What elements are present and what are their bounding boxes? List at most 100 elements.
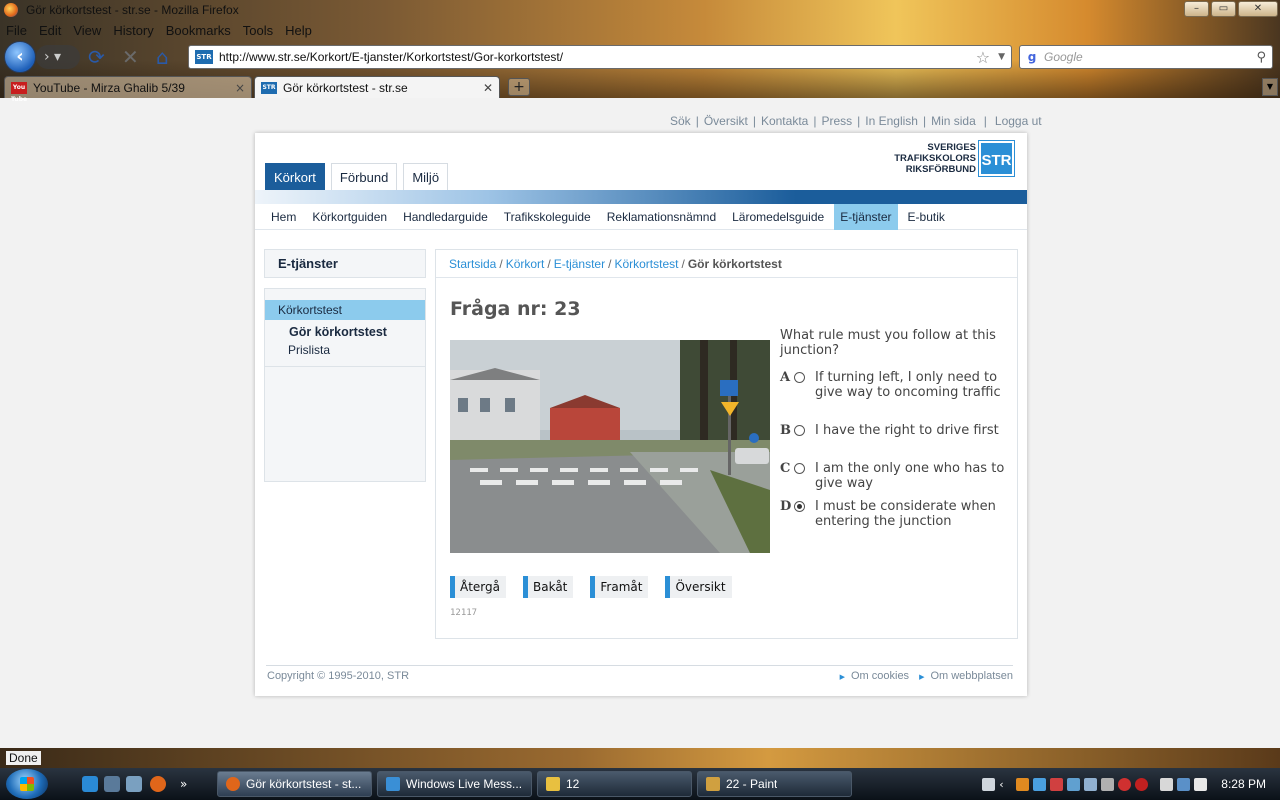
answer-text[interactable]: If turning left, I only need to give way…: [815, 370, 1010, 400]
tray-app-icon[interactable]: [1135, 777, 1149, 791]
answer-text[interactable]: I must be considerate when entering the …: [815, 499, 1010, 529]
forward-button[interactable]: › ▾: [36, 45, 80, 69]
new-tab-button[interactable]: +: [508, 78, 530, 96]
answer-text[interactable]: I have the right to drive first: [815, 423, 1010, 438]
tab-close-icon[interactable]: ×: [235, 81, 245, 95]
google-engine-icon[interactable]: g: [1024, 49, 1040, 65]
tab-close-icon[interactable]: ✕: [483, 81, 493, 95]
link-logga-ut[interactable]: Logga ut: [995, 114, 1042, 128]
taskbar-button-paint[interactable]: 22 - Paint: [697, 771, 852, 797]
menu-view[interactable]: View: [67, 23, 107, 38]
home-icon[interactable]: ⌂: [156, 46, 169, 68]
oversikt-button[interactable]: Översikt: [665, 576, 732, 598]
minimize-button[interactable]: –: [1184, 1, 1209, 17]
ie-icon[interactable]: [82, 776, 98, 792]
tray-app-icon[interactable]: [1016, 777, 1030, 791]
start-button[interactable]: [6, 769, 48, 799]
search-input[interactable]: Google: [1044, 50, 1256, 64]
search-bar[interactable]: g Google ⚲: [1019, 45, 1273, 69]
subnav-hem[interactable]: Hem: [265, 204, 302, 230]
answer-b-radio[interactable]: [794, 425, 805, 436]
subnav-trafikskoleguide[interactable]: Trafikskoleguide: [498, 204, 597, 230]
breadcrumb-korkortstest[interactable]: Körkortstest: [614, 257, 678, 271]
link-press[interactable]: Press: [821, 114, 852, 128]
link-in-english[interactable]: In English: [865, 114, 918, 128]
keyboard-icon[interactable]: [982, 777, 996, 791]
subnav-laromedelsguide[interactable]: Läromedelsguide: [726, 204, 830, 230]
breadcrumb-startsida[interactable]: Startsida: [449, 257, 496, 271]
sidebar-item-korkortstest[interactable]: Körkortstest: [265, 300, 425, 320]
switch-windows-icon[interactable]: [126, 776, 142, 792]
tab-forbund[interactable]: Förbund: [330, 163, 398, 190]
menu-help[interactable]: Help: [279, 23, 318, 38]
answer-text[interactable]: I am the only one who has to give way: [815, 461, 1010, 491]
subnav-korkortguiden[interactable]: Körkortguiden: [306, 204, 393, 230]
atergå-button[interactable]: Återgå: [450, 576, 506, 598]
tray-app-icon[interactable]: [1101, 777, 1115, 791]
subnav-reklamationsnamnd[interactable]: Reklamationsnämnd: [601, 204, 722, 230]
taskbar-button-messenger[interactable]: Windows Live Mess...: [377, 771, 532, 797]
subnav-e-butik[interactable]: E-butik: [902, 204, 951, 230]
str-logo[interactable]: SVERIGES TRAFIKSKOLORS RIKSFÖRBUND STR: [894, 140, 1015, 177]
menu-bookmarks[interactable]: Bookmarks: [160, 23, 237, 38]
tab-list-button[interactable]: ▼: [1262, 78, 1278, 96]
close-window-button[interactable]: ✕: [1238, 1, 1278, 17]
answer-c[interactable]: C I am the only one who has to give way: [780, 461, 1010, 491]
url-dropdown-icon[interactable]: ▼: [998, 52, 1005, 62]
breadcrumb-e-tjanster[interactable]: E-tjänster: [554, 257, 605, 271]
reload-icon[interactable]: ⟳: [88, 46, 105, 68]
volume-icon[interactable]: [1194, 777, 1208, 791]
quicklaunch-overflow-icon[interactable]: »: [180, 776, 196, 792]
bakat-button[interactable]: Bakåt: [523, 576, 574, 598]
menu-history[interactable]: History: [107, 23, 159, 38]
site-identity-icon[interactable]: STR: [195, 50, 213, 64]
footer-link-label[interactable]: Om webbplatsen: [930, 670, 1013, 682]
footer-link-webbplatsen[interactable]: ▶ Om webbplatsen: [919, 670, 1013, 682]
answer-b[interactable]: B I have the right to drive first: [780, 423, 1010, 438]
answer-c-radio[interactable]: [794, 463, 805, 474]
answer-d[interactable]: D I must be considerate when entering th…: [780, 499, 1010, 529]
answer-a[interactable]: A If turning left, I only need to give w…: [780, 370, 1010, 400]
answer-d-radio[interactable]: [794, 501, 805, 512]
tray-app-icon[interactable]: [1067, 777, 1081, 791]
clock[interactable]: 8:28 PM: [1221, 777, 1266, 791]
tab-miljo[interactable]: Miljö: [403, 163, 449, 190]
framat-button[interactable]: Framåt: [590, 576, 649, 598]
tab-youtube[interactable]: You Tube YouTube - Mirza Ghalib 5/39 ×: [4, 76, 252, 103]
breadcrumb-korkort[interactable]: Körkort: [506, 257, 545, 271]
maximize-button[interactable]: ▭: [1211, 1, 1236, 17]
taskbar-button-folder[interactable]: 12: [537, 771, 692, 797]
tab-korkort[interactable]: Körkort: [265, 163, 325, 190]
link-kontakta[interactable]: Kontakta: [761, 114, 808, 128]
tray-app-icon[interactable]: [1084, 777, 1098, 791]
footer-link-label[interactable]: Om cookies: [851, 670, 909, 682]
taskbar-button-firefox[interactable]: Gör körkortstest - st...: [217, 771, 372, 797]
answer-a-radio[interactable]: [794, 372, 805, 383]
sidebar-item-gor-korkortstest[interactable]: Gör körkortstest: [265, 323, 425, 341]
stop-icon[interactable]: ✕: [122, 46, 139, 68]
tab-str[interactable]: STR Gör körkortstest - str.se ✕: [254, 76, 500, 98]
link-min-sida[interactable]: Min sida: [931, 114, 976, 128]
back-button[interactable]: ‹: [4, 41, 36, 73]
tray-app-icon[interactable]: [1033, 777, 1047, 791]
sidebar-item-prislista[interactable]: Prislista: [265, 341, 425, 359]
show-desktop-icon[interactable]: [104, 776, 120, 792]
footer-link-cookies[interactable]: ▶ Om cookies: [840, 670, 909, 682]
tray-app-icon[interactable]: [1118, 777, 1132, 791]
menu-file[interactable]: File: [0, 23, 33, 38]
bookmark-star-icon[interactable]: ☆: [976, 48, 990, 67]
link-sok[interactable]: Sök: [670, 114, 691, 128]
menu-tools[interactable]: Tools: [237, 23, 279, 38]
subnav-e-tjanster[interactable]: E-tjänster: [834, 203, 898, 230]
subnav-handledarguide[interactable]: Handledarguide: [397, 204, 494, 230]
link-oversikt[interactable]: Översikt: [704, 114, 748, 128]
network-icon[interactable]: [1177, 777, 1191, 791]
firefox-quicklaunch-icon[interactable]: [150, 776, 166, 792]
tray-app-icon[interactable]: [1050, 777, 1064, 791]
url-bar[interactable]: STR http://www.str.se/Korkort/E-tjanster…: [188, 45, 1012, 69]
safely-remove-icon[interactable]: [1160, 777, 1174, 791]
menu-edit[interactable]: Edit: [33, 23, 67, 38]
tray-expand-icon[interactable]: ‹: [999, 778, 1012, 791]
url-text[interactable]: http://www.str.se/Korkort/E-tjanster/Kor…: [219, 50, 976, 64]
search-icon[interactable]: ⚲: [1256, 50, 1266, 65]
